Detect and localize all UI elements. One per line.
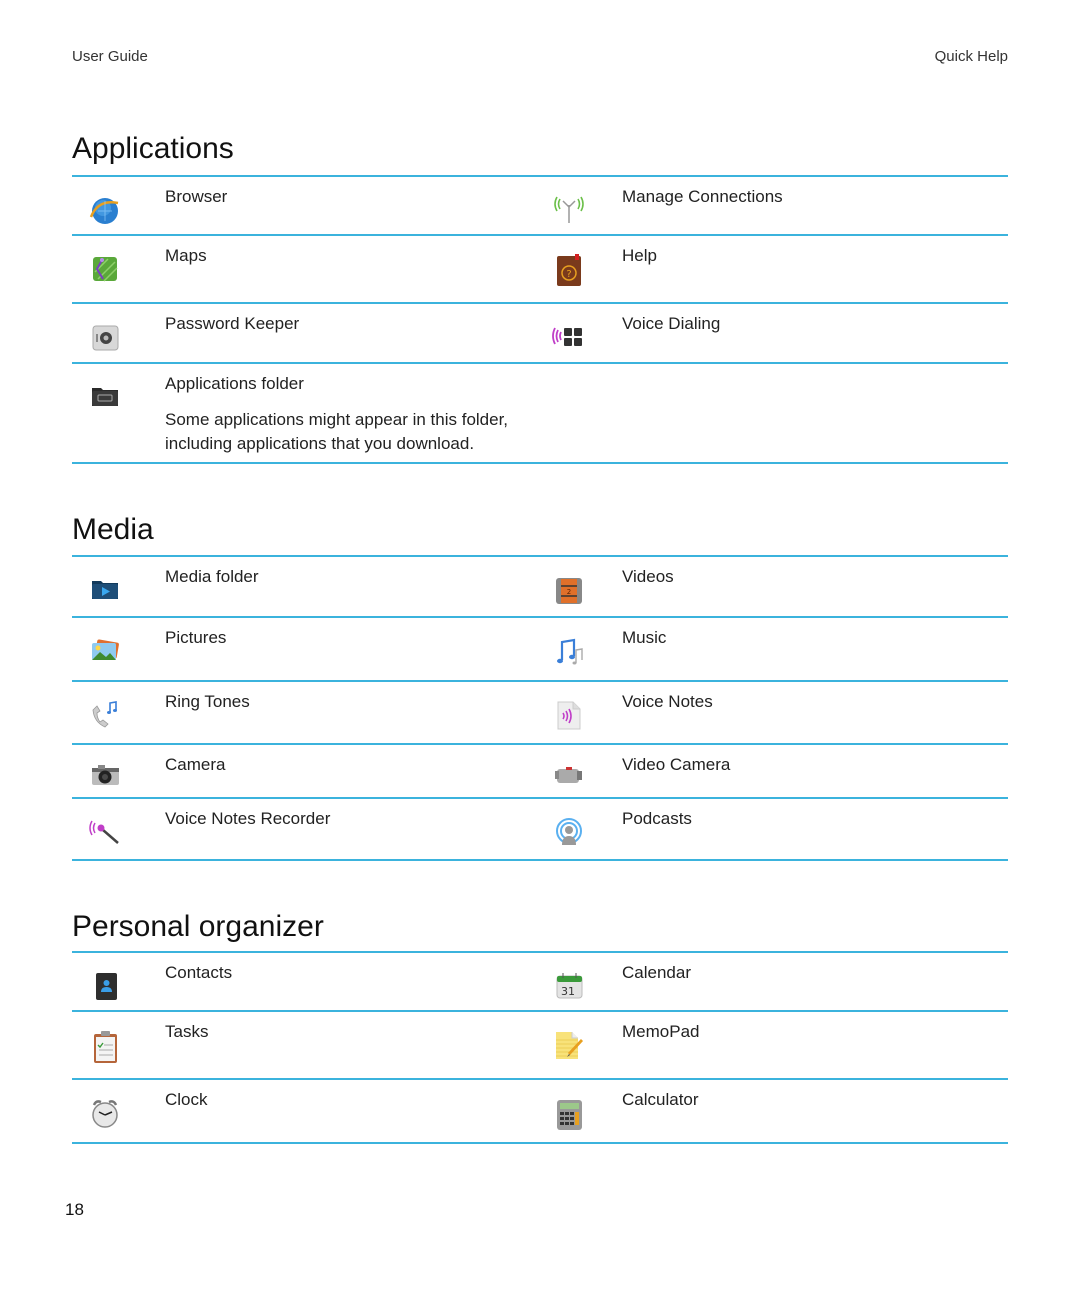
help-book-icon: ? [552, 252, 586, 286]
map-icon [88, 252, 122, 286]
app-label: Voice Notes Recorder [165, 809, 331, 828]
empty-cell [540, 364, 1008, 462]
app-label: Voice Dialing [622, 314, 721, 333]
app-entry-podcasts: Podcasts [540, 799, 1008, 859]
table-row: Ring Tones Voice Notes [72, 682, 1008, 745]
app-entry-ring-tones: Ring Tones [72, 682, 540, 743]
calculator-icon [552, 1096, 586, 1130]
app-entry-manage-connections: Manage Connections [540, 177, 1008, 234]
app-label: Tasks [165, 1022, 209, 1041]
app-entry-voice-notes: Voice Notes [540, 682, 1008, 743]
table-row: Pictures Music [72, 618, 1008, 682]
folder-icon [88, 380, 122, 414]
app-entry-browser: Browser [72, 177, 540, 234]
app-label: Calendar [622, 963, 691, 982]
app-entry-calendar: 31 Calendar [540, 953, 1008, 1010]
app-entry-camera: Camera [72, 745, 540, 797]
voice-keypad-icon [552, 320, 586, 354]
phone-note-icon [88, 698, 122, 732]
app-label: Videos [622, 567, 674, 586]
table-row: Camera Video Camera [72, 745, 1008, 799]
section-title: Personal organizer [72, 910, 324, 943]
app-entry-pictures: Pictures [72, 618, 540, 680]
table-row: Maps ? Help [72, 236, 1008, 304]
safe-icon [88, 320, 122, 354]
table-row: Clock Calculator [72, 1080, 1008, 1144]
applications-table: Browser Manage Connections Maps ? Help P… [72, 175, 1008, 464]
running-header-title: User Guide [72, 48, 148, 65]
app-label: Calculator [622, 1090, 699, 1109]
pictures-icon [88, 634, 122, 668]
alarm-clock-icon [88, 1096, 122, 1130]
app-entry-media-folder: Media folder [72, 557, 540, 616]
calendar-day: 31 [561, 985, 575, 998]
app-label: Music [622, 628, 667, 647]
svg-text:2: 2 [567, 588, 571, 596]
app-entry-music: Music [540, 618, 1008, 680]
microphone-icon [88, 815, 122, 849]
app-label: Ring Tones [165, 692, 250, 711]
app-label: Camera [165, 755, 226, 774]
clipboard-icon [88, 1028, 122, 1063]
page-number: 18 [65, 1200, 84, 1219]
app-label: Podcasts [622, 809, 692, 828]
globe-icon [88, 193, 122, 227]
table-row: Media folder 2 Videos [72, 557, 1008, 618]
film-icon: 2 [552, 573, 586, 607]
table-row: Voice Notes Recorder Podcasts [72, 799, 1008, 861]
table-row: Password Keeper Voice Dialing [72, 304, 1008, 364]
table-row: Browser Manage Connections [72, 177, 1008, 236]
table-row: Contacts 31 Calendar [72, 953, 1008, 1012]
section-personal-organizer: Personal organizer Contacts 31 Calendar [72, 910, 1008, 1144]
app-entry-maps: Maps [72, 236, 540, 302]
app-label: Applications folder [165, 374, 304, 393]
memo-pencil-icon [552, 1028, 586, 1062]
app-label: Voice Notes [622, 692, 713, 711]
music-notes-icon [552, 634, 586, 668]
running-header-section: Quick Help [934, 48, 1008, 65]
app-entry-clock: Clock [72, 1080, 540, 1142]
app-entry-video-camera: Video Camera [540, 745, 1008, 797]
section-media: Media Media folder 2 Videos Pictures Mus… [72, 513, 1008, 861]
app-label: Password Keeper [165, 314, 300, 333]
app-description: Some applications might appear in this f… [165, 410, 509, 453]
app-label: Media folder [165, 567, 259, 586]
app-entry-voice-dialing: Voice Dialing [540, 304, 1008, 362]
app-entry-help: ? Help [540, 236, 1008, 302]
app-label: Clock [165, 1090, 208, 1109]
app-label: Maps [165, 246, 207, 265]
app-entry-password-keeper: Password Keeper [72, 304, 540, 362]
table-row: Applications folder Some applications mi… [72, 364, 1008, 464]
app-entry-memopad: MemoPad [540, 1012, 1008, 1078]
section-applications: Applications Browser Manage Connections [72, 132, 1008, 464]
app-label: MemoPad [622, 1022, 700, 1041]
app-entry-contacts: Contacts [72, 953, 540, 1010]
app-entry-tasks: Tasks [72, 1012, 540, 1078]
section-title: Applications [72, 132, 234, 165]
app-label: Pictures [165, 628, 227, 647]
calendar-icon: 31 [552, 969, 586, 1003]
podcast-icon [552, 815, 586, 849]
section-title: Media [72, 513, 154, 546]
media-folder-icon [88, 573, 122, 607]
camera-icon [88, 757, 122, 791]
app-label: Browser [165, 187, 228, 206]
app-entry-applications-folder: Applications folder Some applications mi… [72, 364, 540, 462]
app-label: Help [622, 246, 657, 265]
camcorder-icon [552, 757, 586, 791]
contacts-book-icon [88, 969, 122, 1003]
app-label: Manage Connections [622, 187, 783, 206]
app-label: Contacts [165, 963, 233, 982]
svg-text:?: ? [566, 269, 571, 280]
antenna-icon [552, 193, 586, 227]
app-entry-voice-notes-recorder: Voice Notes Recorder [72, 799, 540, 859]
table-row: Tasks MemoPad [72, 1012, 1008, 1080]
media-table: Media folder 2 Videos Pictures Music Rin… [72, 555, 1008, 861]
organizer-table: Contacts 31 Calendar Tasks MemoPad Clock… [72, 951, 1008, 1144]
app-label: Video Camera [622, 755, 731, 774]
voice-note-file-icon [552, 698, 586, 732]
app-entry-videos: 2 Videos [540, 557, 1008, 616]
app-entry-calculator: Calculator [540, 1080, 1008, 1142]
